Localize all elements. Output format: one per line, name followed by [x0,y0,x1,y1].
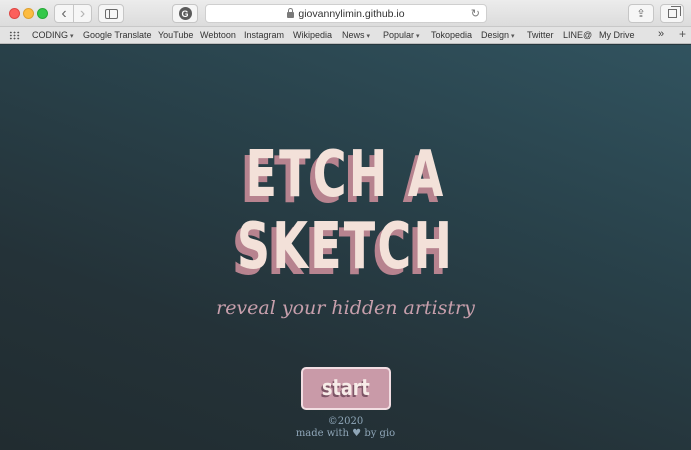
bookmark-webtoon[interactable]: Webtoon [200,30,236,40]
made-with-line: made with ♥ by gio [0,428,691,440]
close-window-button[interactable] [9,8,20,19]
reload-icon[interactable]: ↻ [471,7,480,20]
forward-button[interactable]: › [72,4,91,22]
sidebar-icon [104,8,118,19]
minimize-window-button[interactable] [23,8,34,19]
made-with-suffix: by gio [364,428,396,439]
bookmark-google-translate[interactable]: Google Translate [83,30,152,40]
share-button[interactable]: ⇪ [628,4,654,23]
share-icon: ⇪ [636,8,646,20]
bookmark-coding[interactable]: CODING ▾ [32,30,74,40]
title-line-1: ETCH A [245,138,446,212]
copyright-text: ©2020 [327,416,364,427]
bookmark-label: Popular [383,30,415,40]
chevron-down-icon: ▾ [366,33,371,40]
history-nav-group: ‹ › [54,4,92,23]
zoom-window-button[interactable] [37,8,48,19]
back-button[interactable]: ‹ [55,5,73,22]
bookmark-instagram[interactable]: Instagram [244,30,284,40]
page-content: ETCH A SKETCH reveal your hidden artistr… [0,45,691,450]
bookmark-tokopedia[interactable]: Tokopedia [431,30,472,40]
bookmark-label: Tokopedia [431,30,473,40]
bookmark-youtube[interactable]: YouTube [158,30,193,40]
address-bar[interactable]: giovannylimin.github.io ↻ [205,4,487,23]
bookmark-news[interactable]: News ▾ [342,30,370,40]
title-line-2: SKETCH [236,210,455,284]
bookmark-label: Instagram [244,30,285,40]
bookmark-twitter[interactable]: Twitter [527,30,554,40]
start-button-label: start [322,376,370,401]
url-text: giovannylimin.github.io [298,7,405,20]
bookmark-label: News [342,30,365,40]
bookmark-label: CODING [32,30,68,40]
bookmarks-bar: CODING ▾ Google Translate YouTube Webtoon… [0,27,691,44]
new-tab-plus-icon[interactable]: + [679,27,686,41]
bookmark-label: LINE@ [563,30,593,40]
bookmark-label: Wikipedia [293,30,333,40]
bookmark-my-drive[interactable]: My Drive [599,30,635,40]
bookmark-label: YouTube [158,30,194,40]
chevron-right-icon: › [79,4,86,22]
bookmark-line[interactable]: LINE@ [563,30,592,40]
grammarly-icon: G [178,7,192,20]
top-sites-grid-icon[interactable] [9,31,20,40]
footer: ©2020 made with ♥ by gio [0,416,691,440]
tagline: reveal your hidden artistry [216,297,475,319]
tabs-icon [667,6,681,18]
start-button[interactable]: start [301,367,391,410]
chevron-down-icon: ▾ [70,33,74,40]
bookmark-label: Design [481,30,510,40]
bookmark-wikipedia[interactable]: Wikipedia [293,30,332,40]
bookmarks-overflow-icon[interactable]: » [658,28,664,40]
show-sidebar-button[interactable] [98,4,124,23]
bookmark-label: Google Translate [83,30,152,40]
bookmark-label: Webtoon [200,30,236,40]
browser-titlebar: ‹ › G giovannylimin.github.io ↻ ⇪ [0,0,691,27]
lock-icon [287,7,295,18]
grammarly-extension-button[interactable]: G [172,4,198,23]
show-all-tabs-button[interactable] [660,4,684,23]
bookmark-design[interactable]: Design ▾ [481,30,515,40]
chevron-down-icon: ▾ [416,33,420,40]
made-with-prefix: made with [295,428,349,439]
heart-icon: ♥ [352,428,362,439]
bookmark-label: Twitter [527,30,554,40]
chevron-left-icon: ‹ [61,4,67,22]
bookmark-popular[interactable]: Popular ▾ [383,30,420,40]
bookmark-label: My Drive [599,30,635,40]
chevron-down-icon: ▾ [511,33,515,40]
